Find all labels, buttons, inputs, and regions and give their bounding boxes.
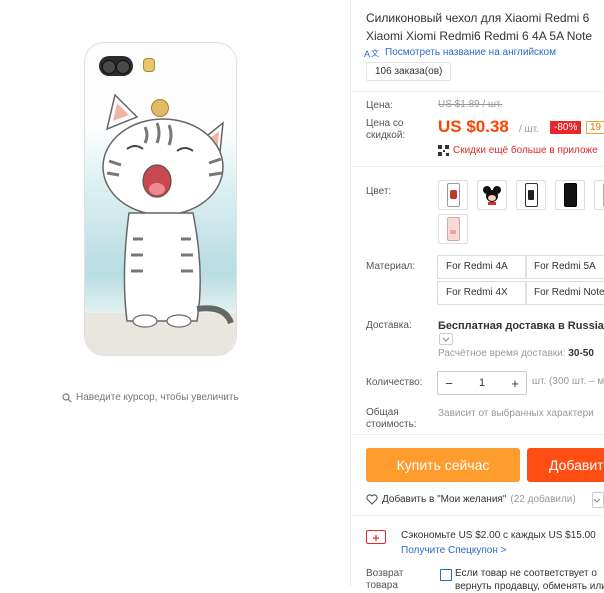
returns-text-line: Если товар не соответствует о bbox=[455, 567, 604, 580]
shipping-label: Доставка: bbox=[366, 320, 412, 332]
material-label: Материал: bbox=[366, 261, 415, 273]
case-thumbnail-icon bbox=[447, 183, 460, 207]
flash-icon bbox=[143, 58, 155, 72]
material-option[interactable]: For Redmi 5A bbox=[525, 255, 604, 279]
total-label-line: стоимость: bbox=[366, 419, 417, 431]
shipping-method[interactable]: Бесплатная доставка в Russian F bbox=[438, 320, 604, 332]
material-option[interactable]: For Redmi Note bbox=[525, 281, 604, 305]
returns-text: Если товар не соответствует о вернуть пр… bbox=[455, 567, 604, 593]
quantity-note: шт. (300 шт. – м bbox=[532, 376, 604, 387]
returns-label-line: товара bbox=[366, 580, 404, 592]
quantity-value[interactable]: 1 bbox=[460, 377, 504, 389]
camera-lens-icon bbox=[102, 60, 116, 74]
material-option[interactable]: For Redmi 4A bbox=[437, 255, 527, 279]
returns-icon bbox=[440, 569, 452, 581]
magnifier-icon bbox=[62, 393, 72, 403]
discount-price-label-line: Цена со bbox=[366, 118, 405, 130]
shipping-dropdown[interactable] bbox=[439, 333, 453, 345]
color-swatch[interactable] bbox=[438, 214, 468, 244]
coupon-icon bbox=[366, 530, 386, 544]
original-price: US $1.89 / шт. bbox=[438, 99, 502, 110]
quantity-stepper[interactable]: − 1 + bbox=[437, 371, 527, 395]
total-label: Общая стоимость: bbox=[366, 407, 417, 431]
camera-lens-icon bbox=[116, 60, 130, 74]
price-label: Цена: bbox=[366, 100, 393, 112]
app-promo[interactable]: Скидки ещё больше в приложе bbox=[438, 145, 598, 156]
discount-price-label: Цена со скидкой: bbox=[366, 118, 405, 142]
fingerprint-sensor-icon bbox=[151, 99, 169, 117]
get-coupon-link[interactable]: Получите Спецкупон > bbox=[401, 545, 507, 556]
translate-link-text[interactable]: Посмотреть название на английском bbox=[385, 47, 556, 58]
column-divider bbox=[350, 0, 351, 586]
total-note: Зависит от выбранных характери bbox=[438, 408, 594, 419]
chevron-down-icon bbox=[442, 337, 450, 342]
wishlist-text[interactable]: Добавить в "Мои желания" bbox=[382, 494, 506, 505]
add-to-cart-button[interactable]: Добавит bbox=[527, 448, 604, 482]
wishlist-dropdown[interactable] bbox=[592, 492, 604, 508]
product-gallery: Наведите курсор, чтобы увеличить bbox=[0, 0, 350, 586]
case-thumbnail-icon bbox=[525, 183, 538, 207]
divider bbox=[350, 91, 604, 92]
decrement-button[interactable]: − bbox=[438, 376, 460, 391]
product-title-line: Xiaomi Xiomi Redmi6 Redmi 6 4A 5A Note bbox=[366, 27, 604, 45]
product-title-line: Силиконовый чехол для Xiaomi Redmi 6 bbox=[366, 9, 604, 27]
color-swatch[interactable] bbox=[555, 180, 585, 210]
delivery-time: Расчётное время доставки: 30-50 bbox=[438, 348, 594, 359]
mickey-icon bbox=[481, 184, 503, 206]
discount-price-label-line: скидкой: bbox=[366, 130, 405, 142]
discount-badge: -80% bbox=[550, 121, 581, 134]
zoom-hint-text: Наведите курсор, чтобы увеличить bbox=[76, 392, 239, 403]
divider bbox=[350, 515, 604, 516]
product-title: Силиконовый чехол для Xiaomi Redmi 6 Xia… bbox=[366, 9, 604, 45]
translate-icon: A 文 bbox=[364, 48, 380, 58]
total-label-line: Общая bbox=[366, 407, 417, 419]
orders-count: 106 заказа(ов) bbox=[366, 62, 451, 81]
buy-now-button[interactable]: Купить сейчас bbox=[366, 448, 520, 482]
translate-link[interactable]: A 文 Посмотреть название на английском bbox=[364, 47, 556, 58]
svg-text:文: 文 bbox=[371, 48, 379, 58]
chevron-down-icon bbox=[593, 494, 601, 506]
wishlist-count: (22 добавили) bbox=[510, 494, 575, 505]
quantity-label: Количество: bbox=[366, 377, 422, 389]
color-swatch[interactable] bbox=[516, 180, 546, 210]
extra-badge: 19 bbox=[586, 121, 604, 134]
color-swatch[interactable] bbox=[438, 180, 468, 210]
case-thumbnail-icon bbox=[564, 183, 577, 207]
case-thumbnail-icon bbox=[447, 217, 460, 241]
zoom-hint: Наведите курсор, чтобы увеличить bbox=[62, 392, 239, 403]
heart-icon bbox=[366, 494, 378, 505]
wishlist-link[interactable]: Добавить в "Мои желания" (22 добавили) bbox=[366, 494, 576, 505]
increment-button[interactable]: + bbox=[504, 376, 526, 391]
coupon-save-text: Сэкономьте US $2.00 с каждых US $15.00 bbox=[401, 530, 596, 541]
color-label: Цвет: bbox=[366, 186, 391, 198]
returns-label: Возврат товара bbox=[366, 568, 404, 592]
material-option[interactable]: For Redmi 4X bbox=[437, 281, 527, 305]
svg-text:A: A bbox=[364, 49, 370, 58]
divider bbox=[350, 166, 604, 167]
color-swatch[interactable] bbox=[594, 180, 604, 210]
camera-module bbox=[99, 56, 133, 76]
returns-text-line: вернуть продавцу, обменять или bbox=[455, 580, 604, 593]
discount-price: US $0.38 bbox=[438, 117, 509, 137]
returns-label-line: Возврат bbox=[366, 568, 404, 580]
delivery-time-value: 30-50 bbox=[568, 348, 594, 359]
app-promo-text[interactable]: Скидки ещё больше в приложе bbox=[453, 145, 598, 156]
color-swatch[interactable] bbox=[477, 180, 507, 210]
qr-code-icon bbox=[438, 145, 449, 156]
price-unit: / шт. bbox=[519, 124, 539, 135]
delivery-time-label: Расчётное время доставки: bbox=[438, 348, 566, 359]
divider bbox=[350, 434, 604, 435]
product-image[interactable] bbox=[84, 42, 237, 356]
